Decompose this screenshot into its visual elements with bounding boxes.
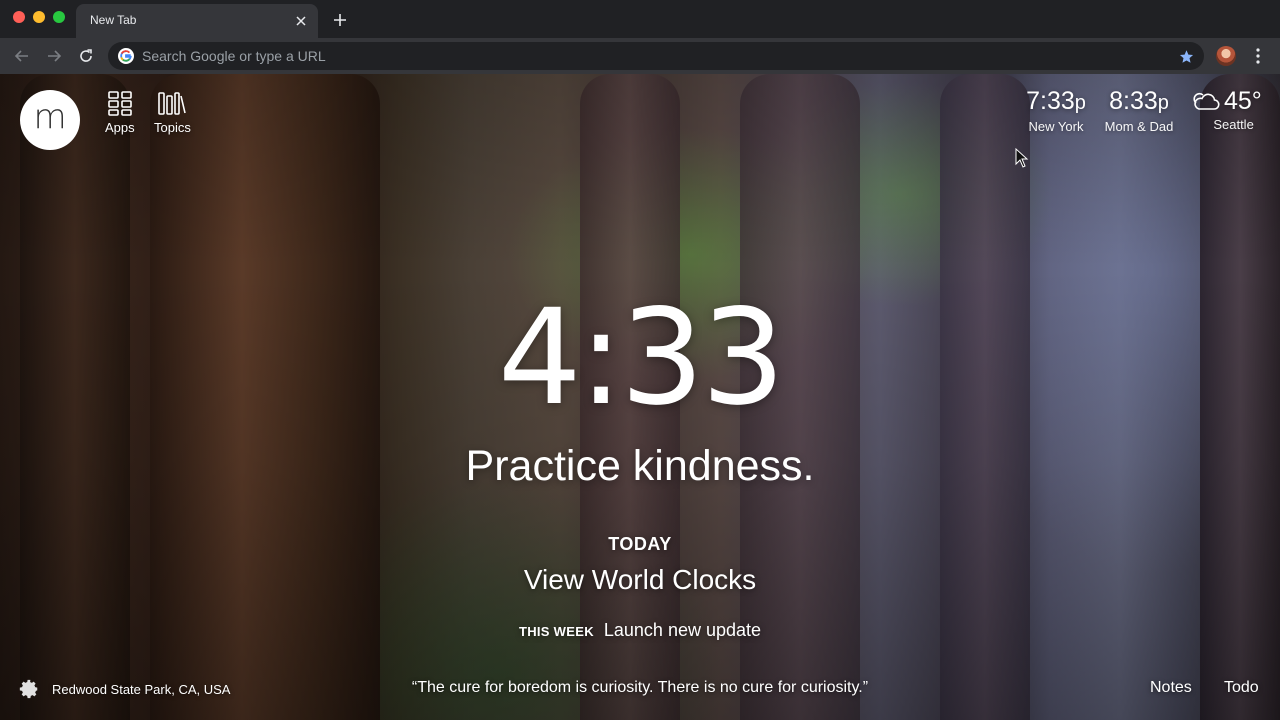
- tab-close-icon[interactable]: [292, 12, 310, 30]
- clock-label: New York: [1028, 119, 1084, 134]
- daily-quote[interactable]: “The cure for boredom is curiosity. Ther…: [300, 679, 980, 697]
- profile-avatar[interactable]: [1216, 46, 1236, 66]
- close-window-button[interactable]: [13, 11, 25, 23]
- momentum-logo[interactable]: m: [20, 90, 80, 150]
- gear-icon[interactable]: [18, 678, 40, 700]
- apps-grid-icon: [108, 91, 132, 116]
- week-goal[interactable]: THIS WEEK Launch new update: [0, 620, 1280, 641]
- topics-link[interactable]: Topics: [154, 90, 191, 135]
- browser-toolbar: [0, 38, 1280, 74]
- bookmark-star-icon[interactable]: [1176, 46, 1196, 66]
- browser-tab[interactable]: New Tab: [76, 4, 318, 38]
- omnibox-input[interactable]: [142, 42, 1142, 70]
- weather-widget[interactable]: 45° Seattle: [1192, 86, 1262, 134]
- reload-icon: [80, 49, 92, 62]
- google-icon: [118, 48, 134, 64]
- world-clock-new-york[interactable]: 7:33p New York: [1018, 86, 1094, 136]
- kebab-menu-icon[interactable]: [1248, 44, 1268, 68]
- reload-button[interactable]: [74, 44, 98, 68]
- forward-button[interactable]: [42, 44, 66, 68]
- clock-time: 7:33: [1026, 87, 1075, 115]
- clock-label: Mom & Dad: [1104, 119, 1174, 134]
- week-value: Launch new update: [603, 620, 762, 640]
- mouse-cursor-icon: [1015, 148, 1029, 168]
- momentum-dashboard: m Apps Topics 7:33p New York 8:33p Mom &…: [0, 74, 1280, 720]
- browser-titlebar: New Tab: [0, 0, 1280, 38]
- logo-letter: m: [33, 97, 67, 137]
- clock-time: 8:33: [1109, 87, 1158, 115]
- notes-link[interactable]: Notes: [1150, 679, 1192, 697]
- new-tab-button[interactable]: [328, 8, 352, 32]
- apps-link[interactable]: Apps: [105, 90, 135, 135]
- clock-ampm: p: [1074, 92, 1086, 114]
- omnibox[interactable]: [108, 42, 1204, 70]
- back-button[interactable]: [10, 44, 34, 68]
- topics-label: Topics: [154, 120, 191, 135]
- topics-books-icon: [158, 92, 187, 115]
- main-clock[interactable]: 4:33: [0, 288, 1280, 428]
- week-label: THIS WEEK: [518, 624, 594, 639]
- maximize-window-button[interactable]: [53, 11, 65, 23]
- todo-link[interactable]: Todo: [1224, 679, 1259, 697]
- minimize-window-button[interactable]: [33, 11, 45, 23]
- weather-temperature: 45°: [1224, 87, 1262, 115]
- today-focus[interactable]: View World Clocks: [0, 562, 1280, 598]
- today-label: TODAY: [608, 534, 672, 554]
- photo-location[interactable]: Redwood State Park, CA, USA: [52, 682, 230, 697]
- world-clock-mom-dad[interactable]: 8:33p Mom & Dad: [1100, 86, 1178, 136]
- mantra-text: Practice kindness.: [465, 442, 815, 490]
- clock-ampm: p: [1157, 92, 1169, 114]
- forward-arrow-icon: [48, 50, 62, 62]
- back-arrow-icon: [14, 50, 28, 62]
- weather-location: Seattle: [1213, 117, 1254, 132]
- tab-title: New Tab: [90, 13, 137, 27]
- apps-label: Apps: [105, 120, 135, 135]
- cloudy-icon: [1193, 92, 1220, 110]
